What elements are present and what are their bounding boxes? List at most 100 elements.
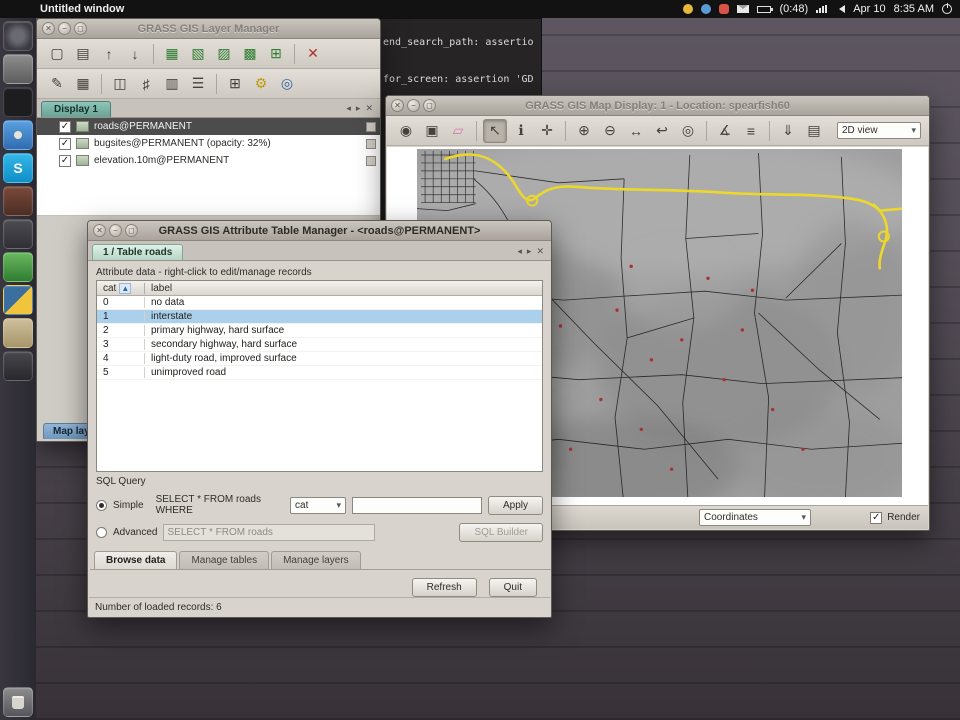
system-settings-icon[interactable] (3, 219, 33, 249)
tab-table-roads[interactable]: 1 / Table roads (92, 244, 183, 260)
load-layers-button[interactable]: ↑ (97, 42, 121, 66)
sql-column-select[interactable]: cat ▾ (290, 497, 346, 514)
minimize-icon[interactable]: − (407, 99, 420, 112)
column-header-label[interactable]: label (145, 283, 542, 294)
battery-icon[interactable] (757, 6, 771, 13)
tab-manage-layers[interactable]: Manage layers (271, 551, 361, 569)
tab-scroll-left-icon[interactable]: ◂ (346, 103, 351, 114)
digitize-button[interactable]: ✎ (45, 72, 69, 96)
volume-icon[interactable] (835, 5, 845, 13)
zoom-in-button[interactable]: ⊕ (572, 119, 596, 143)
table-row[interactable]: 5 unimproved road (97, 366, 542, 380)
new-workspace-button[interactable]: ▢ (45, 42, 69, 66)
open-workspace-button[interactable]: ▤ (71, 42, 95, 66)
dash-home-icon[interactable] (3, 21, 33, 51)
tab-browse-data[interactable]: Browse data (94, 551, 177, 569)
close-icon[interactable]: ✕ (391, 99, 404, 112)
tab-scroll-left-icon[interactable]: ◂ (517, 246, 522, 257)
sql-builder-button[interactable]: SQL Builder (459, 523, 543, 542)
add-raster-button[interactable]: ▧ (186, 42, 210, 66)
advanced-radio[interactable] (96, 527, 107, 538)
layer-row-bugsites[interactable]: ✓ bugsites@PERMANENT (opacity: 32%) (37, 135, 380, 152)
erase-display-button[interactable]: ▱ (446, 119, 470, 143)
tab-scroll-right-icon[interactable]: ▸ (527, 246, 532, 257)
python-icon[interactable] (3, 285, 33, 315)
layer-options-button[interactable] (366, 156, 376, 166)
column-header-cat[interactable]: cat ▲ (97, 283, 145, 294)
nviz-button[interactable]: ⚙ (249, 72, 273, 96)
tab-scroll-right-icon[interactable]: ▸ (356, 103, 361, 114)
layer-row-elevation[interactable]: ✓ elevation.10m@PERMANENT (37, 152, 380, 169)
map-display-titlebar[interactable]: ✕ − ◻ GRASS GIS Map Display: 1 - Locatio… (386, 96, 929, 116)
archive-manager-icon[interactable] (3, 318, 33, 348)
session-menu-icon[interactable] (942, 4, 952, 14)
simple-radio[interactable] (96, 500, 107, 511)
sql-value-input[interactable] (352, 497, 482, 514)
quit-button[interactable]: Quit (489, 578, 537, 597)
pan-button[interactable]: ✛ (535, 119, 559, 143)
layer-options-button[interactable] (366, 122, 376, 132)
print-display-button[interactable]: ▤ (802, 119, 826, 143)
raster-tools-button[interactable]: ◫ (108, 72, 132, 96)
delete-layer-button[interactable]: ✕ (301, 42, 325, 66)
analyze-button[interactable]: ∡ (713, 119, 737, 143)
add-overlay-button[interactable]: ≡ (739, 119, 763, 143)
statusbar-mode-select[interactable]: Coordinates ▾ (699, 509, 811, 526)
minimize-icon[interactable]: − (109, 224, 122, 237)
refresh-button[interactable]: Refresh (412, 578, 477, 597)
zoom-extent-button[interactable]: ↔ (624, 119, 648, 143)
layer-checkbox[interactable]: ✓ (59, 121, 71, 133)
layer-options-button[interactable] (366, 139, 376, 149)
query-button[interactable]: ℹ (509, 119, 533, 143)
return-zoom-button[interactable]: ↩ (650, 119, 674, 143)
tab-display-1[interactable]: Display 1 (41, 101, 111, 117)
zoom-options-button[interactable]: ◎ (676, 119, 700, 143)
render-map-button[interactable]: ▣ (420, 119, 444, 143)
grass-gis-icon[interactable] (3, 252, 33, 282)
save-display-button[interactable]: ⇓ (776, 119, 800, 143)
clock-label[interactable]: 8:35 AM (894, 3, 934, 15)
close-icon[interactable]: ✕ (42, 22, 55, 35)
trash-icon[interactable] (3, 687, 33, 717)
broadcast-indicator-icon[interactable] (719, 4, 729, 14)
maximize-icon[interactable]: ◻ (125, 224, 138, 237)
attribute-table-button[interactable]: ▦ (71, 72, 95, 96)
mapcalc-button[interactable]: ⊞ (223, 72, 247, 96)
table-row[interactable]: 2 primary highway, hard surface (97, 324, 542, 338)
vector-tools-button[interactable]: ▥ (160, 72, 184, 96)
zoom-out-button[interactable]: ⊖ (598, 119, 622, 143)
close-icon[interactable]: ✕ (93, 224, 106, 237)
table-row-selected[interactable]: 1 interstate (97, 310, 542, 324)
save-workspace-button[interactable]: ↓ (123, 42, 147, 66)
network-signal-icon[interactable] (816, 5, 827, 13)
attribute-table[interactable]: cat ▲ label 0 no data 1 interstate 2 pri… (96, 280, 543, 472)
georectify-button[interactable]: ♯ (134, 72, 158, 96)
pointer-button[interactable]: ↖ (483, 119, 507, 143)
modeler-button[interactable]: ☰ (186, 72, 210, 96)
table-row[interactable]: 0 no data (97, 296, 542, 310)
date-label[interactable]: Apr 10 (853, 3, 885, 15)
layer-checkbox[interactable]: ✓ (59, 155, 71, 167)
skype-icon[interactable]: S (3, 153, 33, 183)
layer-tree[interactable]: ✓ roads@PERMANENT ✓ bugsites@PERMANENT (… (37, 118, 380, 216)
table-row[interactable]: 4 light-duty road, improved surface (97, 352, 542, 366)
browser-icon[interactable] (3, 120, 33, 150)
attribute-manager-titlebar[interactable]: ✕ − ◻ GRASS GIS Attribute Table Manager … (88, 221, 551, 241)
maximize-icon[interactable]: ◻ (423, 99, 436, 112)
sql-advanced-input[interactable] (163, 524, 375, 541)
add-raster-misc-button[interactable]: ▨ (212, 42, 236, 66)
view-mode-select[interactable]: 2D view ▾ (837, 122, 921, 139)
software-center-icon[interactable] (3, 186, 33, 216)
terminal-launcher-icon[interactable] (3, 351, 33, 381)
table-row[interactable]: 3 secondary highway, hard surface (97, 338, 542, 352)
files-icon[interactable] (3, 54, 33, 84)
tab-close-icon[interactable]: ✕ (365, 103, 373, 114)
messaging-icon[interactable] (737, 5, 749, 13)
screenshot-icon[interactable] (3, 87, 33, 117)
maximize-icon[interactable]: ◻ (74, 22, 87, 35)
layer-row-roads[interactable]: ✓ roads@PERMANENT (37, 118, 380, 135)
weather-indicator-icon[interactable] (701, 4, 711, 14)
add-multiple-layers-button[interactable]: ▦ (160, 42, 184, 66)
layer-checkbox[interactable]: ✓ (59, 138, 71, 150)
tab-close-icon[interactable]: ✕ (536, 246, 544, 257)
